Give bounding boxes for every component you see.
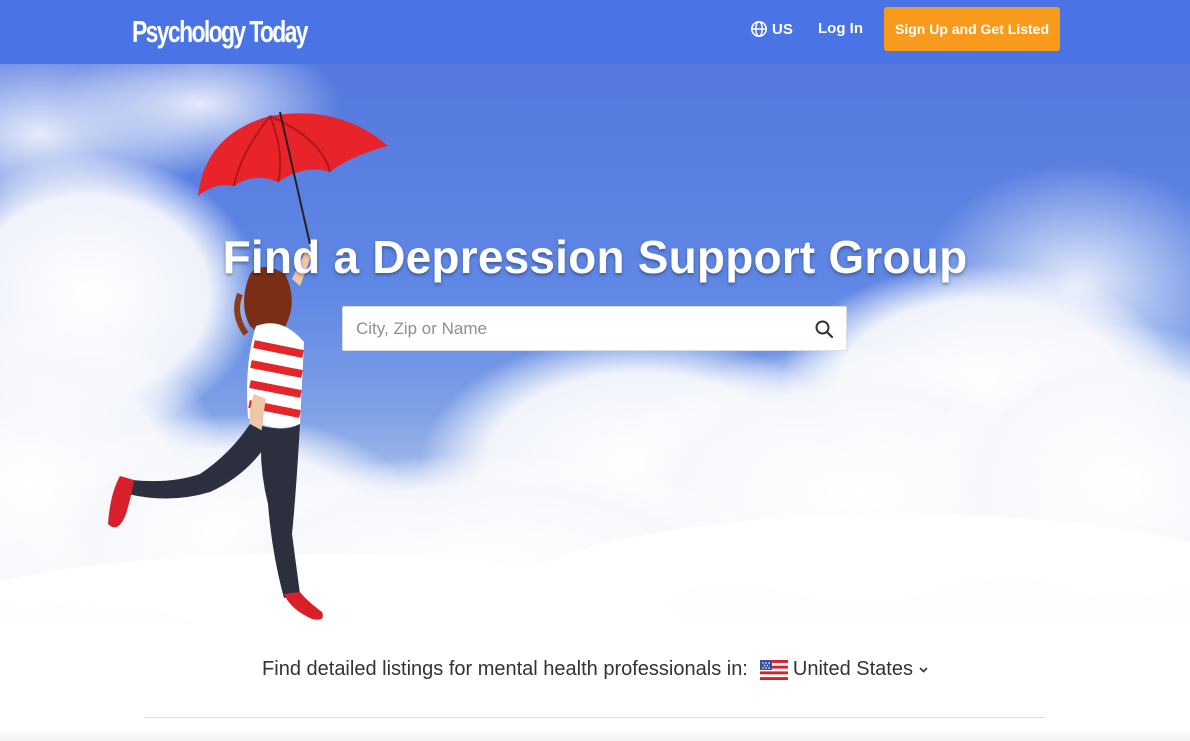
country-selection-row: Find detailed listings for mental health… [0, 658, 1190, 681]
page-fold-shadow [0, 728, 1190, 741]
locale-selector[interactable]: US [750, 18, 793, 40]
hero-banner: Find a Depression Support Group [0, 64, 1190, 624]
section-divider [145, 717, 1045, 718]
search-icon[interactable] [814, 319, 834, 339]
selected-country: United States [792, 658, 913, 680]
country-prompt: Find detailed listings for mental health… [262, 658, 748, 680]
country-selector[interactable]: United States [759, 658, 928, 681]
page-title: Find a Depression Support Group [222, 231, 968, 283]
signup-button[interactable]: Sign Up and Get Listed [884, 7, 1060, 51]
psychology-today-logo[interactable]: Psychology Today [132, 12, 309, 52]
locale-label: US [772, 20, 793, 38]
top-navigation-bar: Psychology Today US Log In Sign Up and G… [0, 0, 1190, 64]
login-link[interactable]: Log In [818, 18, 863, 40]
chevron-down-icon [919, 666, 928, 673]
search-input[interactable] [343, 307, 803, 350]
globe-icon [750, 20, 768, 38]
search-box [342, 306, 847, 351]
us-flag-icon [759, 659, 788, 680]
